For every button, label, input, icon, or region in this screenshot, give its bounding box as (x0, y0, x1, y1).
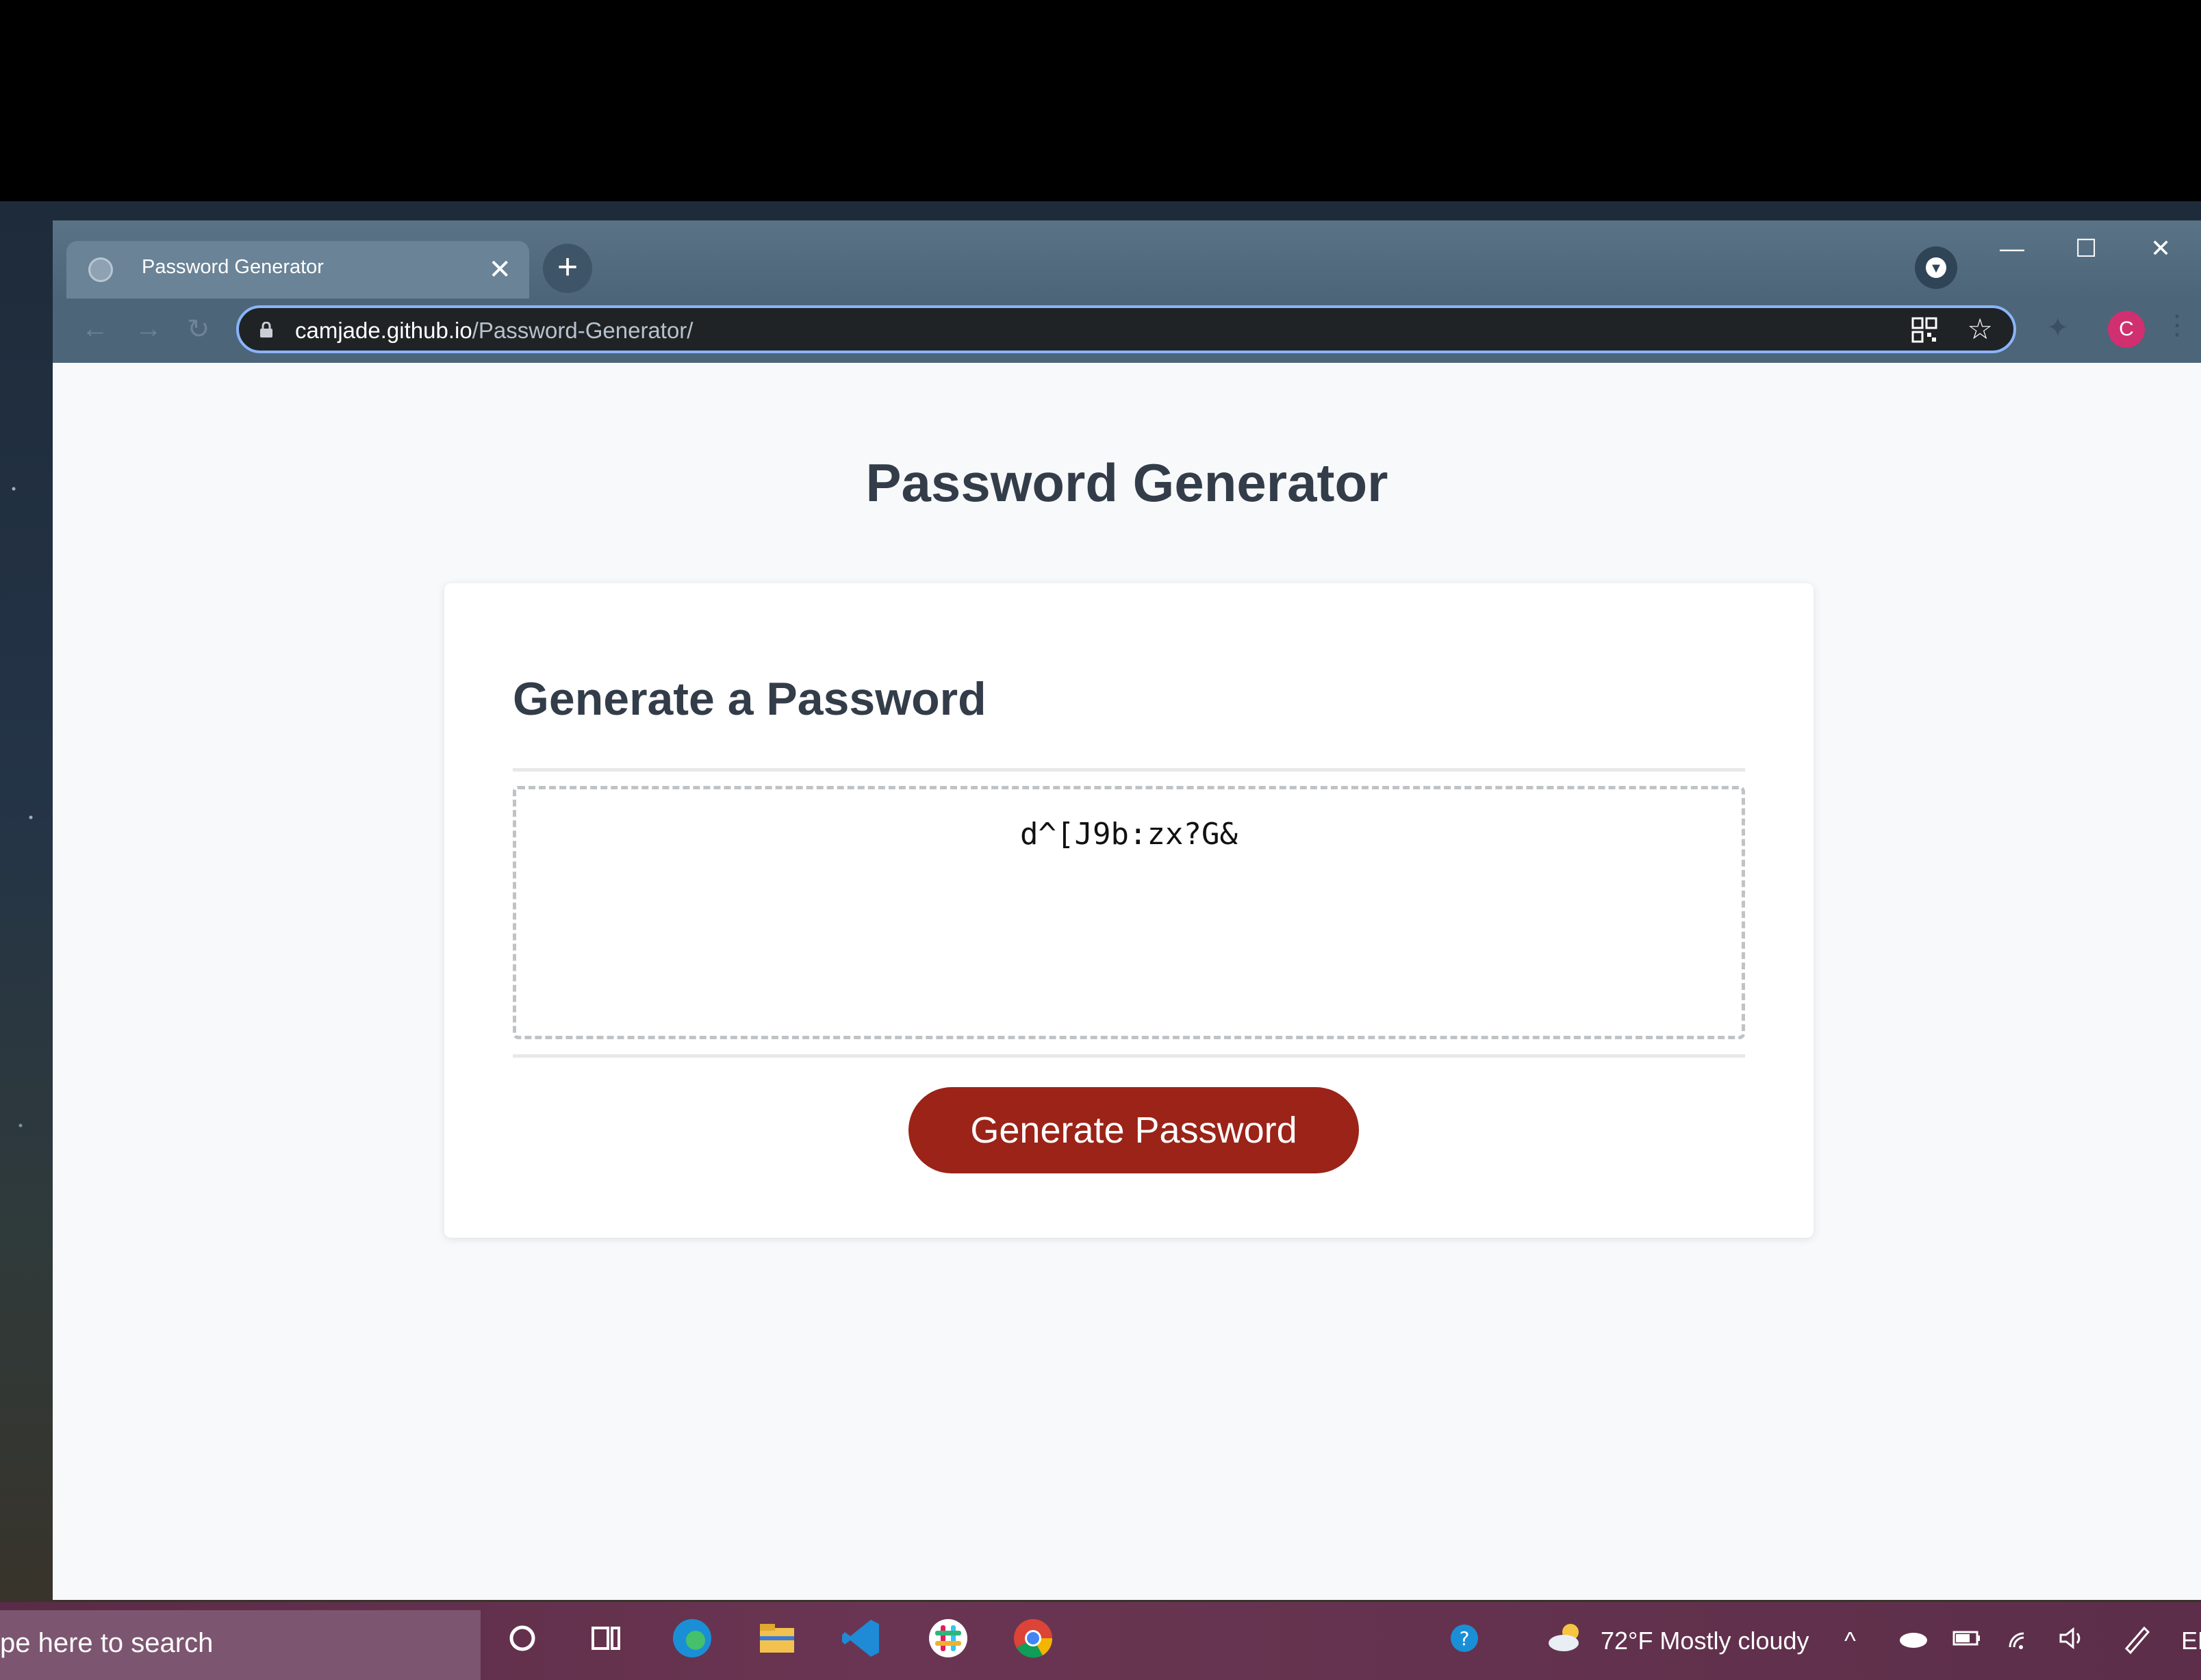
browser-window: Password Generator ✕ + ▼ — ☐ ✕ ← → ↻ cam… (53, 220, 2201, 1600)
url-path: /Password-Generator/ (472, 318, 694, 343)
cortana-icon[interactable] (500, 1616, 545, 1661)
onedrive-cloud-icon[interactable] (1891, 1616, 1936, 1661)
maximize-button[interactable]: ☐ (2075, 234, 2097, 263)
tab-close-icon[interactable]: ✕ (488, 251, 511, 289)
globe-icon (88, 257, 113, 282)
lock-icon (260, 322, 272, 338)
qr-code-icon[interactable] (1911, 316, 1938, 344)
new-tab-button[interactable]: + (543, 244, 592, 293)
wifi-icon[interactable] (1998, 1616, 2043, 1661)
pen-icon[interactable] (2114, 1616, 2159, 1661)
edge-browser-icon[interactable] (670, 1616, 715, 1661)
divider-bottom (513, 1054, 1745, 1058)
tab-search-button[interactable]: ▼ (1915, 246, 1957, 289)
profile-avatar[interactable]: C (2108, 311, 2145, 348)
chevron-down-icon: ▼ (1926, 257, 1946, 278)
slack-icon[interactable] (926, 1616, 971, 1661)
page-content: Password Generator Generate a Password d… (53, 363, 2201, 1600)
forward-arrow-icon[interactable]: → (135, 314, 162, 344)
volume-icon[interactable] (2050, 1616, 2095, 1661)
svg-text:?: ? (1460, 1627, 1470, 1650)
card-header: Generate a Password (513, 673, 987, 725)
url-host: camjade.github.io (295, 318, 472, 343)
file-explorer-icon[interactable] (754, 1616, 800, 1661)
windows-taskbar: pe here to search ? 72°F Mostly cloudy ^… (0, 1602, 2201, 1680)
minimize-button[interactable]: — (2000, 234, 2024, 263)
help-icon[interactable]: ? (1442, 1616, 1487, 1661)
close-window-button[interactable]: ✕ (2150, 234, 2171, 263)
task-view-icon[interactable] (583, 1616, 628, 1661)
generate-password-button[interactable]: Generate Password (908, 1087, 1359, 1173)
page-title: Password Generator (865, 453, 1388, 513)
menu-dots-icon[interactable]: ⋮ (2163, 309, 2191, 341)
taskbar-search-box[interactable]: pe here to search (0, 1610, 481, 1680)
tab-password-generator[interactable]: Password Generator ✕ (66, 241, 529, 298)
tab-title: Password Generator (142, 256, 324, 278)
back-arrow-icon[interactable]: ← (81, 314, 109, 344)
browser-titlebar: Password Generator ✕ + ▼ — ☐ ✕ (53, 220, 2201, 298)
bookmark-star-icon[interactable]: ☆ (1967, 312, 1993, 346)
weather-cloud-icon[interactable] (1543, 1616, 1588, 1661)
language-indicator[interactable]: EN (2181, 1627, 2201, 1655)
chrome-icon[interactable] (1010, 1616, 1056, 1661)
vscode-icon[interactable] (839, 1616, 885, 1661)
browser-toolbar: ← → ↻ camjade.github.io/Password-Generat… (53, 298, 2201, 363)
generator-card: Generate a Password d^[J9b:zx?G& Generat… (444, 583, 1814, 1238)
chevron-up-icon[interactable]: ^ (1844, 1627, 1856, 1655)
address-bar[interactable]: camjade.github.io/Password-Generator/ ☆ (236, 305, 2016, 353)
extensions-puzzle-icon[interactable]: ✦ (2046, 312, 2070, 344)
reload-icon[interactable]: ↻ (187, 314, 210, 345)
search-placeholder: pe here to search (0, 1628, 214, 1658)
url-text: camjade.github.io/Password-Generator/ (295, 318, 693, 344)
weather-text[interactable]: 72°F Mostly cloudy (1601, 1627, 1809, 1655)
battery-icon[interactable] (1944, 1616, 1989, 1661)
password-textarea[interactable]: d^[J9b:zx?G& (513, 786, 1745, 1039)
divider-top (513, 768, 1745, 772)
